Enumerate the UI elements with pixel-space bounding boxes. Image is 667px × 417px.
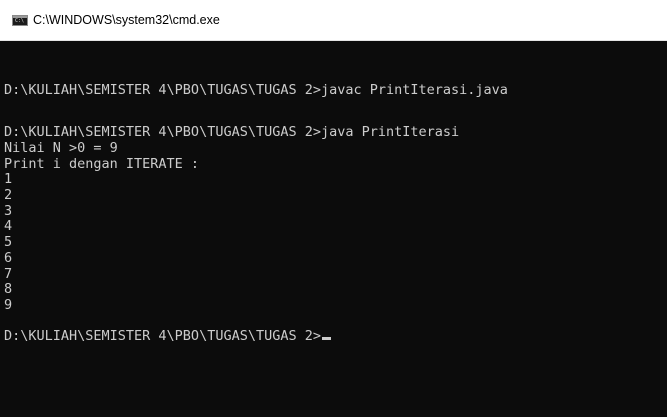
- window-title: C:\WINDOWS\system32\cmd.exe: [33, 13, 220, 27]
- command-prompt-line[interactable]: D:\KULIAH\SEMISTER 4\PBO\TUGAS\TUGAS 2>: [4, 328, 331, 345]
- console-line: D:\KULIAH\SEMISTER 4\PBO\TUGAS\TUGAS 2>j…: [4, 82, 508, 98]
- cmd-app-icon-label: C:\: [15, 18, 25, 24]
- cmd-window: C:\ C:\WINDOWS\system32\cmd.exe D:\KULIA…: [0, 0, 667, 417]
- console-output[interactable]: D:\KULIAH\SEMISTER 4\PBO\TUGAS\TUGAS 2>j…: [0, 41, 667, 417]
- text-cursor: [321, 337, 331, 340]
- console-line: 8: [4, 281, 13, 297]
- console-line: 9: [4, 297, 13, 313]
- cmd-app-icon[interactable]: C:\: [12, 15, 28, 26]
- console-line: 2: [4, 187, 13, 203]
- console-line: Nilai N >0 = 9: [4, 140, 118, 156]
- console-line: 6: [4, 250, 13, 266]
- console-line: D:\KULIAH\SEMISTER 4\PBO\TUGAS\TUGAS 2>j…: [4, 124, 460, 140]
- title-bar[interactable]: C:\ C:\WINDOWS\system32\cmd.exe: [0, 0, 667, 41]
- console-line: 4: [4, 218, 13, 234]
- prompt-text: D:\KULIAH\SEMISTER 4\PBO\TUGAS\TUGAS 2>: [4, 328, 321, 344]
- console-line: Print i dengan ITERATE :: [4, 156, 200, 172]
- console-line: 5: [4, 234, 13, 250]
- console-line: 1: [4, 171, 13, 187]
